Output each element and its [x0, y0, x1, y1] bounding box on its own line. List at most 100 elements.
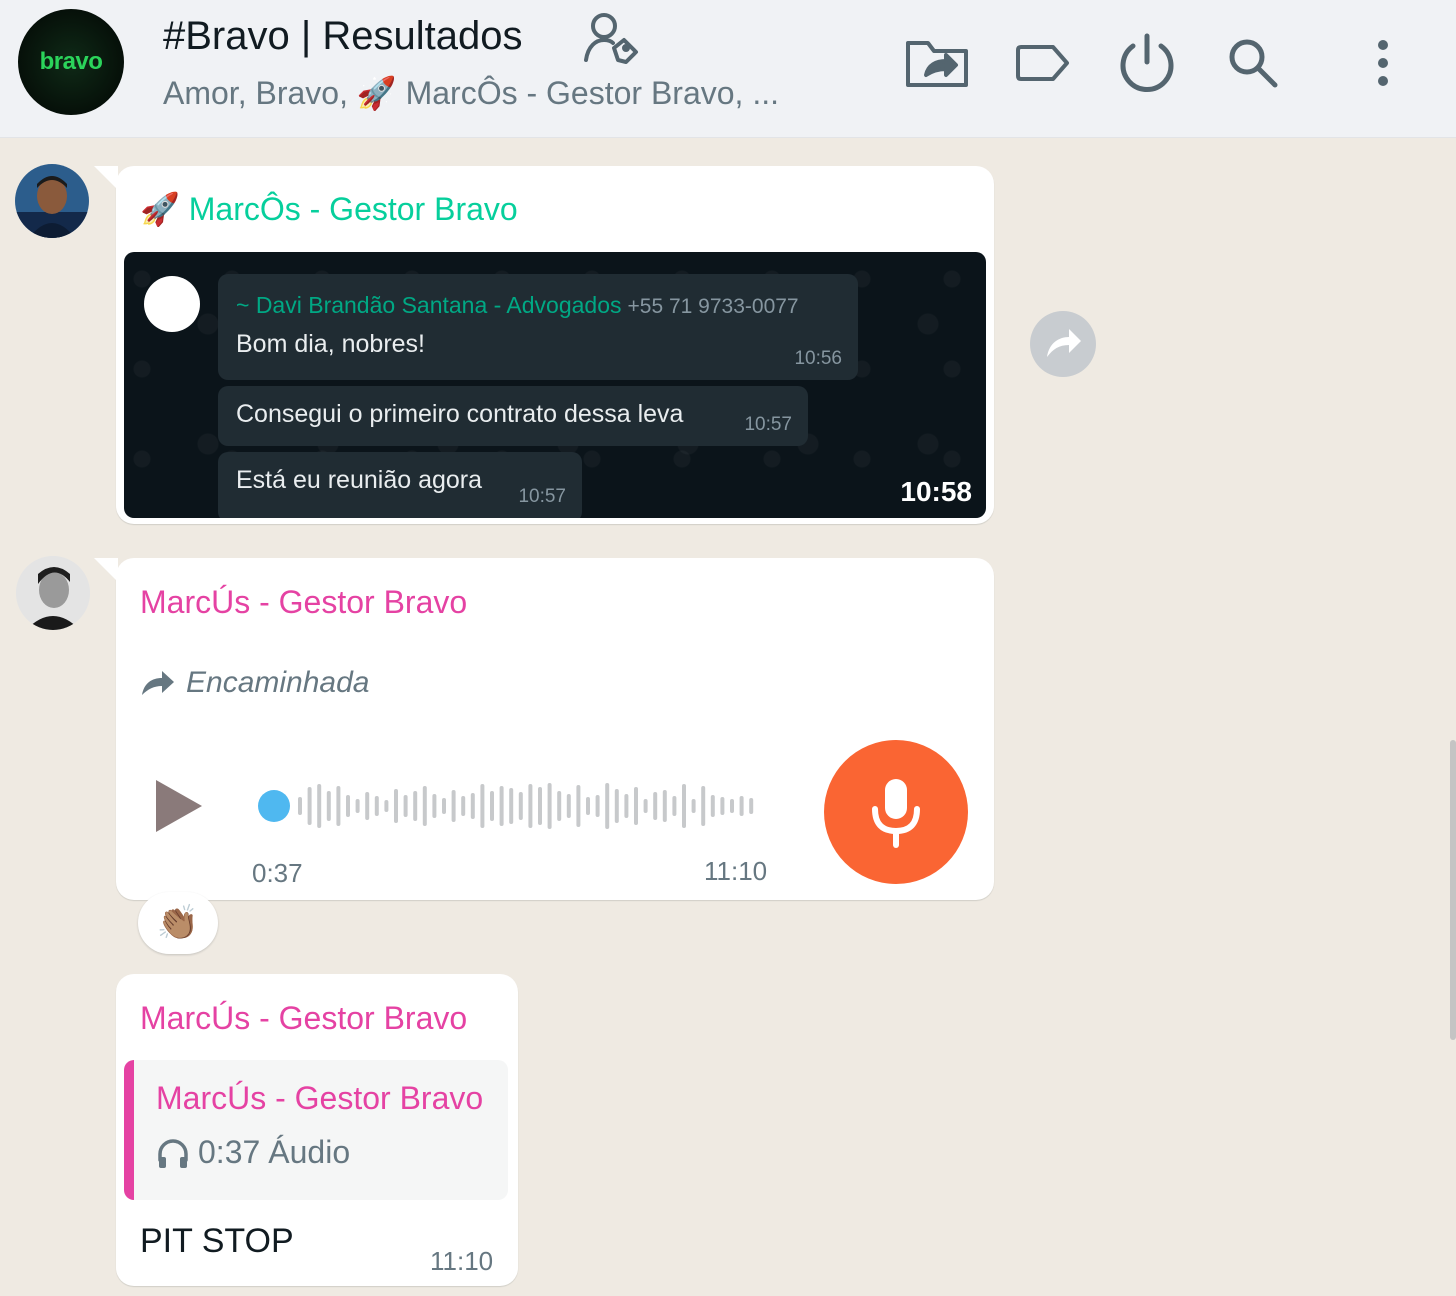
- reaction-badge[interactable]: 👏🏽: [138, 892, 218, 954]
- waveform-bar: [605, 783, 610, 829]
- message-reply[interactable]: MarcÚs - Gestor Bravo MarcÚs - Gestor Br…: [116, 974, 518, 1286]
- audio-progress-knob[interactable]: [258, 790, 290, 822]
- waveform-bar: [442, 798, 446, 814]
- screenshot-message-text: Bom dia, nobres!: [236, 330, 425, 358]
- avatar-marcos[interactable]: [15, 164, 89, 238]
- waveform-bar: [710, 795, 715, 817]
- waveform-bar: [749, 798, 754, 814]
- community-admin-icon[interactable]: [582, 10, 642, 70]
- waveform-bar: [470, 793, 475, 819]
- screenshot-message-time: 10:56: [794, 348, 842, 369]
- screenshot-author: ~ Davi Brandão Santana - Advogados +55 71…: [236, 292, 799, 319]
- waveform-bar: [586, 797, 590, 815]
- sender-name[interactable]: MarcÚs - Gestor Bravo: [140, 584, 467, 621]
- waveform-bar: [662, 790, 667, 822]
- clap-emoji: 👏🏽: [156, 904, 200, 942]
- waveform-bar: [403, 795, 408, 817]
- menu-button[interactable]: [1350, 30, 1416, 96]
- waveform-bar: [307, 787, 312, 825]
- waveform-bar: [499, 786, 504, 826]
- audio-waveform[interactable]: [258, 776, 758, 836]
- waveform-bar: [538, 787, 542, 825]
- waveform-bar: [365, 792, 370, 820]
- waveform-bar: [480, 784, 485, 828]
- waveform-bar: [701, 786, 706, 826]
- waveform-bar: [691, 799, 696, 813]
- screenshot-avatar: [144, 276, 200, 332]
- bubble-tail: [94, 558, 118, 582]
- waveform-bar: [346, 795, 350, 817]
- waveform-bar: [547, 783, 552, 829]
- chat-title[interactable]: #Bravo | Resultados: [163, 14, 522, 59]
- message-image[interactable]: 🚀 MarcÔs - Gestor Bravo ~ Davi Brandão S…: [94, 166, 994, 524]
- waveform-bar: [374, 796, 379, 816]
- group-avatar[interactable]: bravo: [18, 9, 124, 115]
- waveform-bar: [730, 799, 734, 813]
- bubble-tail: [94, 166, 118, 190]
- waveform-bar: [461, 796, 466, 816]
- waveform-bar: [384, 800, 389, 812]
- message-time: 11:10: [430, 1246, 494, 1276]
- sender-name[interactable]: MarcÚs - Gestor Bravo: [140, 1000, 467, 1037]
- forward-message-button[interactable]: [1030, 311, 1096, 377]
- screenshot-message-1: ~ Davi Brandão Santana - Advogados +55 71…: [218, 274, 858, 380]
- voice-message-avatar: [824, 740, 968, 884]
- chat-scrollbar[interactable]: [1450, 740, 1456, 1040]
- quoted-message[interactable]: MarcÚs - Gestor Bravo 0:37 Áudio: [124, 1060, 508, 1200]
- screenshot-author-phone: +55 71 9733-0077: [627, 295, 799, 318]
- play-button[interactable]: [150, 774, 210, 838]
- label-button[interactable]: [1010, 30, 1076, 96]
- quoted-audio-duration: 0:37: [198, 1134, 261, 1170]
- waveform-bar: [518, 792, 523, 820]
- rocket-emoji: 🚀: [140, 191, 180, 227]
- headphones-icon: [158, 1138, 188, 1168]
- waveform-bar: [394, 789, 398, 823]
- waveform-bar: [557, 791, 562, 821]
- audio-duration: 0:37: [252, 858, 303, 888]
- quoted-audio: 0:37 Áudio: [156, 1134, 350, 1171]
- waveform-bar: [336, 786, 341, 826]
- screenshot-message-2: Consegui o primeiro contrato dessa leva …: [218, 386, 808, 446]
- message-time: 11:10: [704, 856, 768, 886]
- screenshot-message-text: Consegui o primeiro contrato dessa leva: [236, 400, 684, 428]
- rocket-emoji: 🚀: [356, 75, 397, 111]
- screenshot-message-time: 10:57: [518, 486, 566, 507]
- group-avatar-logo-text: bravo: [39, 48, 103, 75]
- message-text: PIT STOP: [140, 1222, 294, 1260]
- menu-icon: [1378, 40, 1388, 86]
- chat-header[interactable]: bravo #Bravo | Resultados Amor, Bravo, 🚀…: [0, 0, 1456, 138]
- forward-folder-button[interactable]: [904, 30, 970, 96]
- waveform-bar: [451, 790, 456, 822]
- screenshot-message-3: Está eu reunião agora 10:57: [218, 452, 582, 518]
- participants-prefix: Amor, Bravo,: [163, 75, 348, 111]
- waveform-bar: [422, 786, 427, 826]
- waveform-bar: [634, 787, 638, 825]
- quoted-audio-type: Áudio: [268, 1134, 351, 1170]
- quote-accent-bar: [124, 1060, 134, 1200]
- forwarded-screenshot-image[interactable]: ~ Davi Brandão Santana - Advogados +55 71…: [124, 252, 986, 518]
- forward-icon: [1047, 329, 1081, 357]
- play-icon: [156, 780, 202, 832]
- avatar-marcus[interactable]: [16, 556, 90, 630]
- waveform-bar: [528, 784, 533, 828]
- sender-name[interactable]: MarcÔs - Gestor Bravo: [189, 191, 518, 227]
- power-button[interactable]: [1114, 30, 1180, 96]
- quoted-sender: MarcÚs - Gestor Bravo: [156, 1080, 484, 1116]
- screenshot-author-name: ~ Davi Brandão Santana - Advogados: [236, 292, 622, 318]
- waveform-bar: [432, 794, 437, 818]
- screenshot-message-time: 10:57: [744, 414, 792, 435]
- waveform-bar: [490, 791, 494, 821]
- waveform-bar: [298, 797, 302, 815]
- search-button[interactable]: [1220, 30, 1286, 96]
- chat-participants: Amor, Bravo, 🚀 MarcÔs - Gestor Bravo, ..…: [163, 74, 779, 112]
- message-sender[interactable]: 🚀 MarcÔs - Gestor Bravo: [140, 190, 518, 228]
- waveform-bar: [413, 791, 418, 821]
- waveform-bar: [682, 784, 686, 828]
- label-icon: [1016, 45, 1069, 81]
- forwarded-arrow-icon: [142, 671, 174, 695]
- forwarded-label: Encaminhada: [186, 666, 370, 699]
- waveform-bar: [566, 794, 571, 818]
- waveform-bar: [643, 799, 648, 813]
- message-voice[interactable]: MarcÚs - Gestor Bravo Encaminhada 0:37 1…: [94, 558, 994, 900]
- participants-suffix: MarcÔs - Gestor Bravo, ...: [405, 75, 779, 111]
